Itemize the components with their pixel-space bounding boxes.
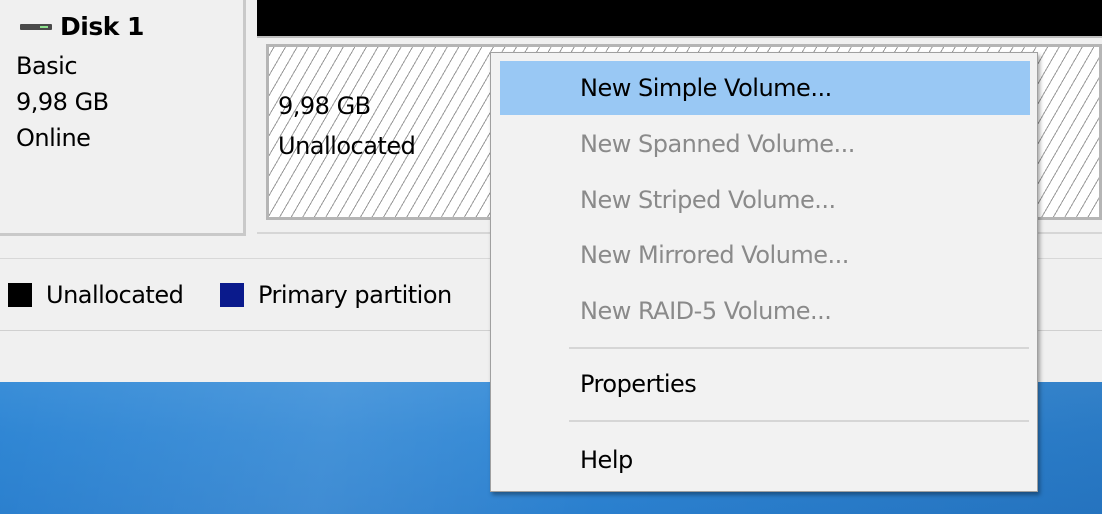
unallocated-swatch [8,283,32,307]
menu-separator [569,347,1029,349]
disk-name: Disk 1 [60,12,144,41]
disk-status: Online [16,124,91,152]
menu-item-new-striped-volume[interactable]: New Striped Volume... [500,173,1030,227]
disk-name-row: Disk 1 [20,12,144,41]
menu-item-new-simple-volume[interactable]: New Simple Volume... [500,61,1030,115]
partition-status: Unallocated [278,132,416,160]
context-menu: New Simple Volume... New Spanned Volume.… [490,52,1038,492]
primary-partition-swatch [220,283,244,307]
partition-header-bar [257,0,1102,36]
legend-label-primary: Primary partition [258,281,452,309]
menu-item-new-spanned-volume[interactable]: New Spanned Volume... [500,117,1030,171]
legend-item-unallocated: Unallocated [8,274,184,316]
disk-size: 9,98 GB [16,88,109,116]
menu-item-new-mirrored-volume[interactable]: New Mirrored Volume... [500,228,1030,282]
legend-label-unallocated: Unallocated [46,281,184,309]
disk-type: Basic [16,52,78,80]
disk-info-panel[interactable]: Disk 1 Basic 9,98 GB Online [0,0,246,236]
disk-drive-icon [20,22,54,32]
menu-item-new-raid5-volume[interactable]: New RAID-5 Volume... [500,284,1030,338]
menu-item-properties[interactable]: Properties [500,357,1030,411]
partition-size: 9,98 GB [278,92,371,120]
menu-separator [569,420,1029,422]
legend-item-primary: Primary partition [220,274,452,316]
menu-item-help[interactable]: Help [500,433,1030,487]
